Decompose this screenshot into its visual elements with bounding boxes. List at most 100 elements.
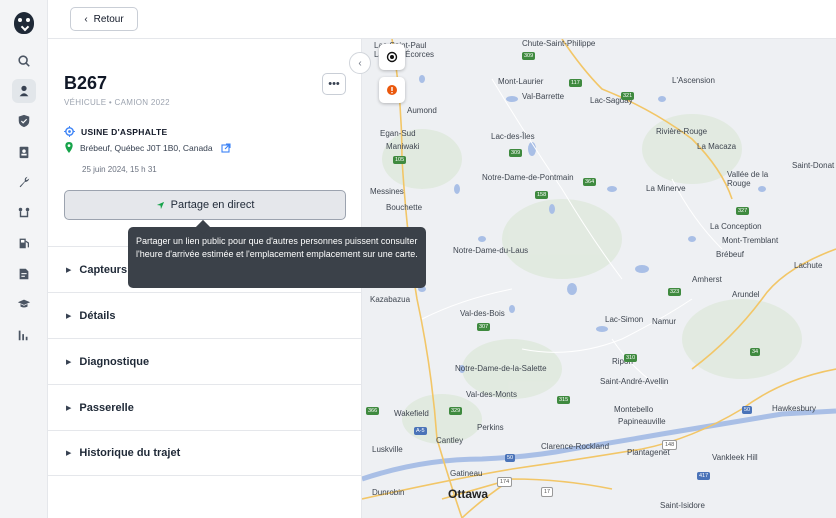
map-place-label: La Macaza xyxy=(697,142,737,151)
map-place-label: Lac-Simon xyxy=(605,315,644,324)
collapse-panel-button[interactable]: ‹ xyxy=(349,52,371,74)
map-place-label: Saint-Isidore xyxy=(660,501,705,510)
alert-button[interactable] xyxy=(379,77,405,103)
bar-chart-icon[interactable] xyxy=(12,323,36,347)
map-place-label: Montebello xyxy=(614,405,654,414)
map-place-label: Vankleek Hill xyxy=(712,453,758,462)
locate-button[interactable] xyxy=(379,44,405,70)
map-place-label: Cantley xyxy=(436,436,464,445)
address-text: Brébeuf, Québec J0T 1B0, Canada xyxy=(80,142,213,153)
nav-rail xyxy=(0,0,48,518)
map-place-label: Maniwaki xyxy=(386,142,420,151)
map-place-label: Saint-Donat xyxy=(792,161,835,170)
map-place-label: Notre-Dame-de-Pontmain xyxy=(482,173,574,182)
document-icon[interactable] xyxy=(12,262,36,286)
map-place-label: Clarence-Rockland xyxy=(541,442,610,451)
live-share-tooltip: Partager un lien public pour que d'autre… xyxy=(128,227,426,288)
map-pin-icon xyxy=(65,142,73,153)
section-label: Passerelle xyxy=(79,401,134,414)
map-place-label: Arundel xyxy=(732,290,760,299)
map-place-label: Brébeuf xyxy=(716,250,745,259)
fuel-icon[interactable] xyxy=(12,231,36,255)
route-shield: 17 xyxy=(541,487,554,497)
section-label: Détails xyxy=(79,309,116,322)
section-details[interactable]: ▶ Détails xyxy=(48,292,362,338)
route-shield: 105 xyxy=(393,156,407,164)
route-shield: 117 xyxy=(569,79,582,87)
caret-right-icon: ▶ xyxy=(66,450,72,457)
caret-right-icon: ▶ xyxy=(66,404,72,412)
search-icon[interactable] xyxy=(12,49,36,73)
map-place-label: Wakefield xyxy=(394,409,429,418)
navigation-arrow-icon xyxy=(156,201,164,209)
map-place-label: Bouchette xyxy=(386,203,423,212)
map-place-label: Notre-Dame-du-Laus xyxy=(453,246,529,255)
clipboard-user-icon[interactable] xyxy=(12,140,36,164)
map-place-label: Egan-Sud xyxy=(380,129,416,138)
map-view[interactable]: Lac-Saint-Paul Chute-Saint-Philippe Mont… xyxy=(362,39,836,518)
live-share-label: Partage en direct xyxy=(170,199,255,211)
route-shield: 366 xyxy=(366,407,380,415)
shield-icon[interactable] xyxy=(12,109,36,133)
graduation-cap-icon[interactable] xyxy=(12,292,36,316)
map-place-label: Aumond xyxy=(407,106,437,115)
route-shield: 148 xyxy=(662,440,678,450)
map-place-label: Papineauville xyxy=(618,417,666,426)
map-place-label: Hawkesbury xyxy=(772,404,817,413)
owl-logo[interactable] xyxy=(14,12,34,34)
map-place-label: Rivière-Rouge xyxy=(656,127,708,136)
route-shield: 174 xyxy=(497,477,513,487)
route-shield: 321 xyxy=(621,92,635,100)
more-options-button[interactable]: ••• xyxy=(322,73,346,95)
route-shield: 309 xyxy=(522,52,536,60)
external-link-icon[interactable] xyxy=(221,142,231,153)
crosshair-icon xyxy=(64,126,75,137)
chevron-left-icon: ‹ xyxy=(84,13,88,25)
route-shield: A-5 xyxy=(414,427,427,435)
live-share-button[interactable]: Partage en direct xyxy=(64,190,346,220)
route-shield: 327 xyxy=(736,207,750,215)
route-shield: 364 xyxy=(583,178,597,186)
route-icon[interactable] xyxy=(12,201,36,225)
route-shield: 158 xyxy=(535,191,549,199)
map-place-label: Gatineau xyxy=(450,469,483,478)
section-historique-du-trajet[interactable]: ▶ Historique du trajet xyxy=(48,430,362,476)
location-timestamp: 25 juin 2024, 15 h 31 xyxy=(82,165,157,174)
caret-right-icon: ▶ xyxy=(66,266,72,274)
location-name: USINE D'ASPHALTE xyxy=(81,126,168,137)
chevron-left-icon: ‹ xyxy=(358,57,362,69)
map-place-label: Lachute xyxy=(794,261,823,270)
map-place-label: Amherst xyxy=(692,275,722,284)
route-shield: 50 xyxy=(742,406,753,414)
address-row: Brébeuf, Québec J0T 1B0, Canada xyxy=(64,142,231,153)
ellipsis-icon: ••• xyxy=(328,78,340,90)
section-passerelle[interactable]: ▶ Passerelle xyxy=(48,384,362,430)
route-shield: 329 xyxy=(449,407,463,415)
route-shield: 323 xyxy=(668,288,682,296)
section-diagnostique[interactable]: ▶ Diagnostique xyxy=(48,338,362,384)
map-pin-user-icon[interactable] xyxy=(12,79,36,103)
location-name-row: USINE D'ASPHALTE xyxy=(64,126,167,137)
map-place-label: Mont-Laurier xyxy=(498,77,544,86)
wrench-icon[interactable] xyxy=(12,170,36,194)
caret-right-icon: ▶ xyxy=(66,358,72,366)
map-place-label: Namur xyxy=(652,317,677,326)
section-label: Capteurs xyxy=(79,263,128,276)
map-place-label: La Conception xyxy=(710,222,762,231)
map-place-label: Notre-Dame-de-la-Salette xyxy=(455,364,547,373)
map-place-label: Val-Barrette xyxy=(522,92,565,101)
map-place-label: Saint-André-Avellin xyxy=(600,377,669,386)
route-shield: 309 xyxy=(509,149,523,157)
map-place-label: Kazabazua xyxy=(370,295,411,304)
warning-icon xyxy=(387,85,397,95)
route-shield: 315 xyxy=(557,396,571,404)
route-shield: 34 xyxy=(750,348,761,356)
section-label: Diagnostique xyxy=(79,355,150,368)
route-shield: 310 xyxy=(624,354,638,362)
caret-right-icon: ▶ xyxy=(66,312,72,320)
back-button[interactable]: ‹ Retour xyxy=(70,7,138,31)
map-place-label: Mont-Tremblant xyxy=(722,236,779,245)
route-shield: 307 xyxy=(477,323,491,331)
map-place-label: Luskville xyxy=(372,445,403,454)
map-place-label: Perkins xyxy=(477,423,504,432)
